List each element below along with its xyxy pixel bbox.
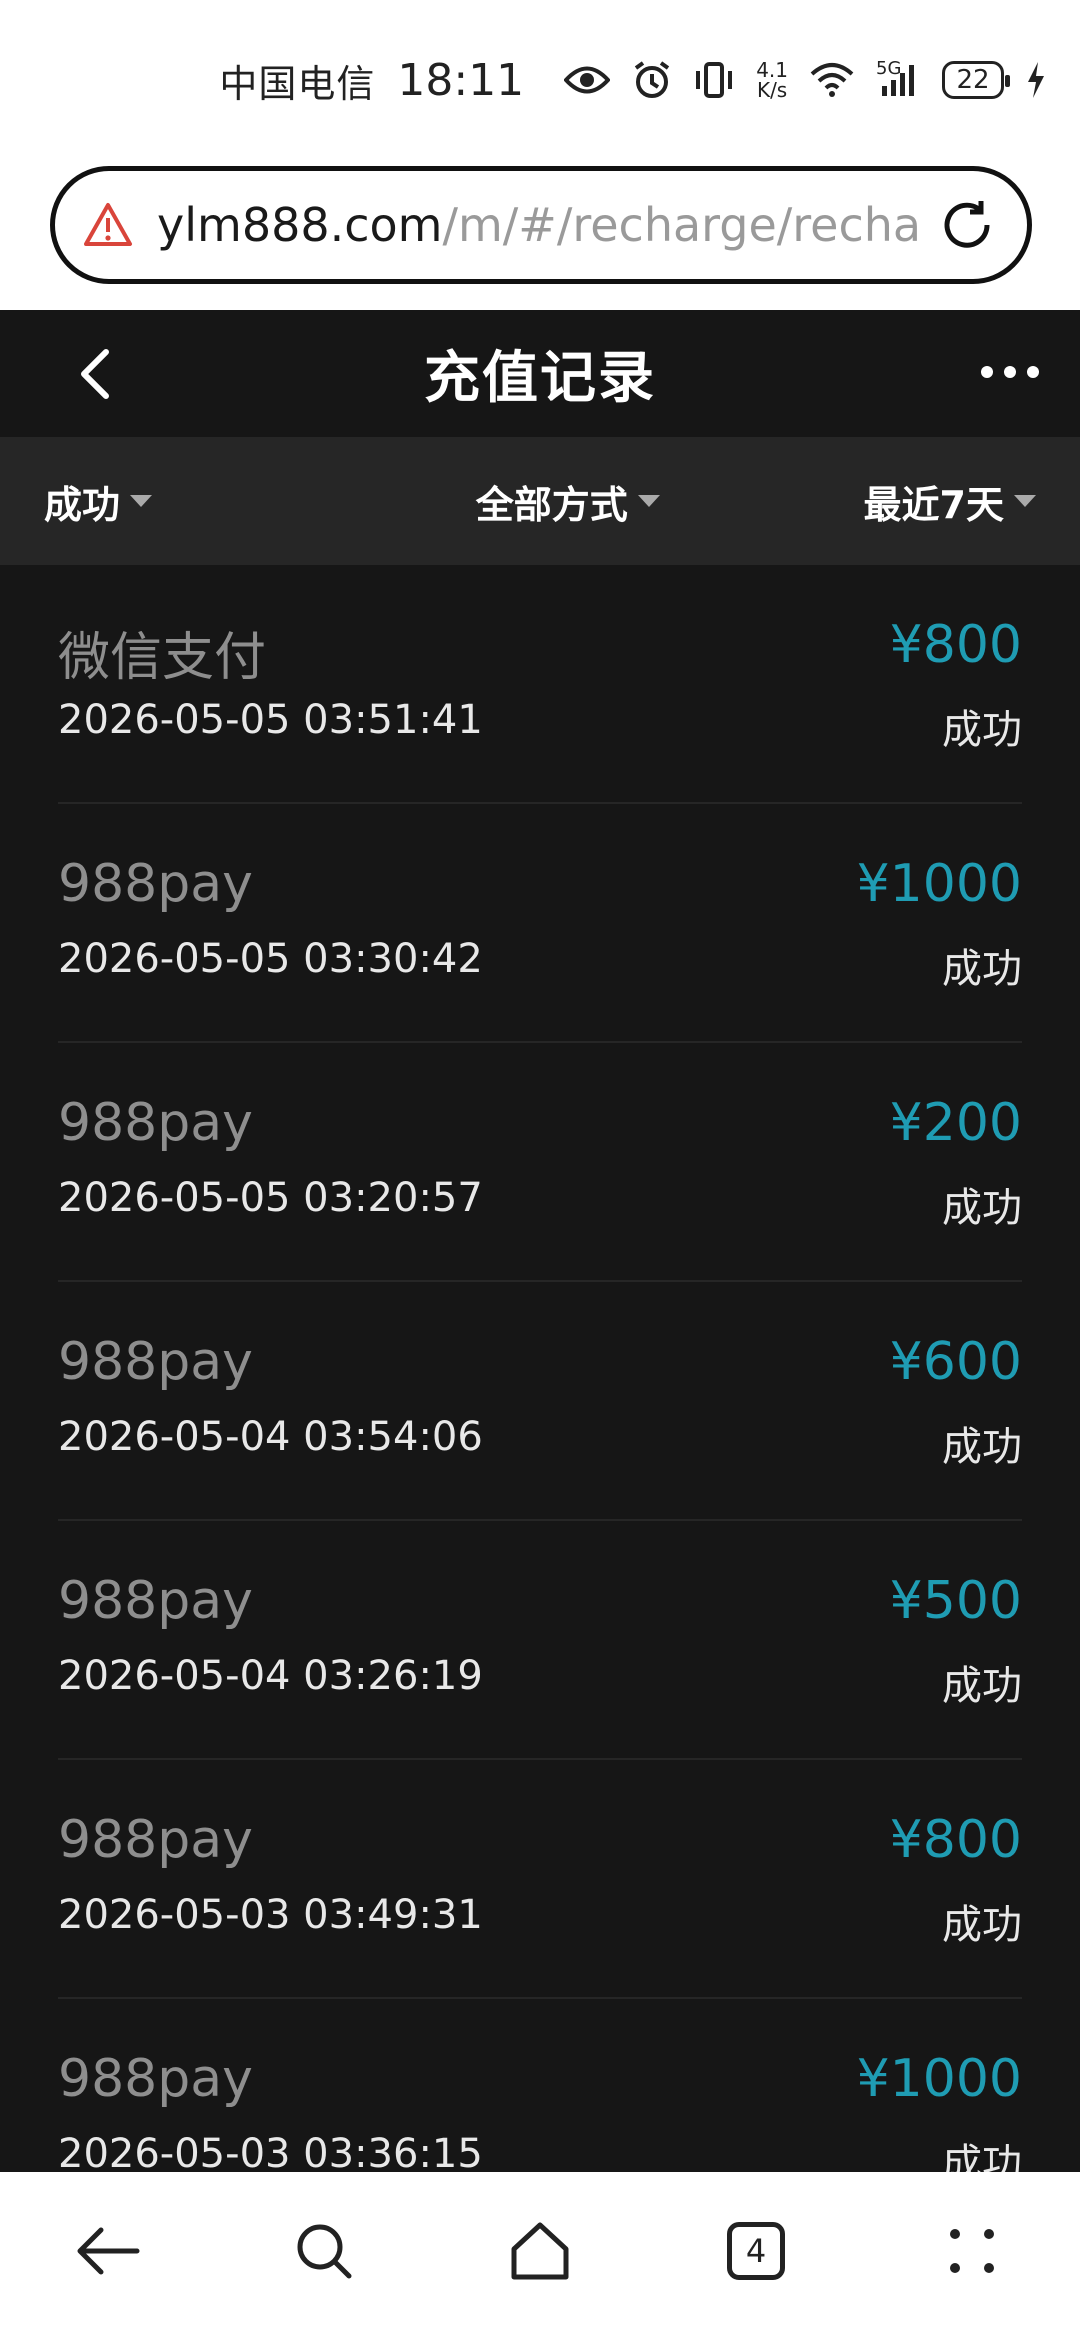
vibrate-icon — [694, 61, 734, 99]
record-row[interactable]: 微信支付 2026-05-05 03:51:41 ¥800 成功 — [58, 565, 1022, 804]
status-bar: 中国电信 18:11 4.1 K/s 5G 22 — [0, 0, 1080, 160]
more-options-icon[interactable] — [978, 360, 1042, 384]
record-status: 成功 — [942, 946, 1022, 992]
record-row[interactable]: 988pay 2026-05-03 03:49:31 ¥800 成功 — [58, 1760, 1022, 1999]
tabs-icon[interactable]: 4 — [701, 2196, 811, 2306]
back-arrow-icon[interactable] — [53, 2196, 163, 2306]
url-domain: ylm888.com — [157, 198, 443, 252]
clock: 18:11 — [397, 54, 525, 106]
record-date: 2026-05-05 03:30:42 — [58, 936, 483, 982]
back-icon[interactable] — [70, 346, 126, 402]
payment-method: 988pay — [58, 2049, 253, 2109]
payment-method: 988pay — [58, 854, 253, 914]
method-filter-label: 全部方式 — [475, 482, 628, 527]
payment-method: 988pay — [58, 1571, 253, 1631]
record-row[interactable]: 988pay 2026-05-04 03:26:19 ¥500 成功 — [58, 1521, 1022, 1760]
reload-icon[interactable] — [937, 195, 997, 255]
battery-indicator: 22 — [942, 61, 1010, 99]
record-row[interactable]: 988pay 2026-05-04 03:54:06 ¥600 成功 — [58, 1282, 1022, 1521]
record-date: 2026-05-04 03:54:06 — [58, 1414, 483, 1460]
url-text[interactable]: ylm888.com/m/#/recharge/rechar — [157, 198, 917, 252]
record-amount: ¥500 — [889, 1571, 1022, 1631]
date-range-filter[interactable]: 最近7天 — [864, 474, 1036, 529]
eye-icon — [564, 63, 611, 97]
menu-dots-icon[interactable] — [917, 2196, 1027, 2306]
payment-method: 988pay — [58, 1093, 253, 1153]
date-range-filter-label: 最近7天 — [863, 482, 1004, 527]
browser-toolbar: ylm888.com/m/#/recharge/rechar — [0, 160, 1080, 310]
tab-count: 4 — [727, 2222, 785, 2280]
record-row[interactable]: 988pay 2026-05-05 03:20:57 ¥200 成功 — [58, 1043, 1022, 1282]
payment-method: 988pay — [58, 1810, 253, 1870]
record-date: 2026-05-04 03:26:19 — [58, 1653, 483, 1699]
record-date: 2026-05-03 03:36:15 — [58, 2131, 483, 2177]
record-date: 2026-05-05 03:51:41 — [58, 697, 483, 743]
wifi-icon — [810, 62, 854, 98]
alarm-icon — [632, 60, 672, 100]
record-status: 成功 — [942, 1185, 1022, 1231]
record-status: 成功 — [942, 1902, 1022, 1948]
home-icon[interactable] — [485, 2196, 595, 2306]
charging-icon — [1026, 62, 1046, 98]
record-row[interactable]: 988pay 2026-05-05 03:30:42 ¥1000 成功 — [58, 804, 1022, 1043]
record-status: 成功 — [942, 1424, 1022, 1470]
record-amount: ¥600 — [889, 1332, 1022, 1392]
recharge-record-list: 微信支付 2026-05-05 03:51:41 ¥800 成功 988pay … — [0, 565, 1080, 2238]
warning-icon[interactable] — [83, 200, 133, 250]
carrier-label: 中国电信 — [219, 61, 376, 106]
browser-bottom-nav: 4 — [0, 2172, 1080, 2340]
record-amount: ¥1000 — [856, 2049, 1022, 2109]
status-filter[interactable]: 成功 — [44, 474, 153, 529]
caret-down-icon — [1013, 495, 1036, 507]
record-date: 2026-05-03 03:49:31 — [58, 1892, 483, 1938]
net-speed-unit: K/s — [756, 78, 788, 102]
page-header: 充值记录 — [0, 310, 1080, 437]
record-amount: ¥800 — [889, 615, 1022, 675]
search-icon[interactable] — [269, 2196, 379, 2306]
url-path: /m/#/recharge/rechar — [442, 198, 917, 252]
caret-down-icon — [130, 495, 153, 507]
record-status: 成功 — [942, 1663, 1022, 1709]
record-amount: ¥1000 — [856, 854, 1022, 914]
record-amount: ¥200 — [889, 1093, 1022, 1153]
caret-down-icon — [637, 495, 660, 507]
payment-method: 微信支付 — [58, 628, 267, 688]
record-status: 成功 — [942, 707, 1022, 753]
cell-signal-icon: 5G — [876, 58, 920, 98]
record-date: 2026-05-05 03:20:57 — [58, 1175, 483, 1221]
net-speed: 4.1 K/s — [756, 60, 788, 100]
payment-method: 988pay — [58, 1332, 253, 1392]
network-type-label: 5G — [876, 58, 902, 79]
record-amount: ¥800 — [889, 1810, 1022, 1870]
status-filter-label: 成功 — [44, 482, 121, 527]
page-title: 充值记录 — [424, 346, 656, 411]
filter-bar: 成功 全部方式 最近7天 — [0, 437, 1080, 565]
method-filter[interactable]: 全部方式 — [476, 474, 660, 529]
address-bar[interactable]: ylm888.com/m/#/recharge/rechar — [50, 166, 1032, 284]
